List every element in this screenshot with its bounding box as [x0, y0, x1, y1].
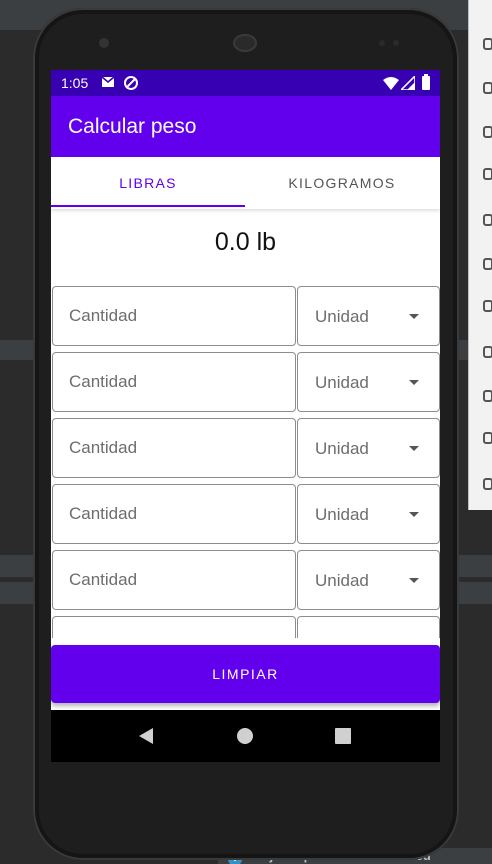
quantity-input[interactable] — [53, 485, 295, 543]
cellular-icon — [401, 76, 415, 90]
total-weight: 0.0 lb — [214, 228, 277, 256]
unit-dropdown[interactable]: Unidad — [297, 550, 440, 610]
volume-down-icon[interactable] — [483, 126, 492, 138]
ide-emulator-tool-panel — [468, 0, 492, 510]
back-tool-icon[interactable] — [483, 346, 492, 358]
battery-icon — [422, 74, 430, 90]
zoom-icon[interactable] — [483, 300, 492, 312]
unit-dropdown[interactable]: Unidad — [297, 352, 440, 412]
tab-kilogramos[interactable]: KILOGRAMOS — [245, 157, 439, 209]
rotate-right-icon[interactable] — [483, 214, 492, 226]
active-tab-indicator — [51, 205, 245, 207]
light-sensor — [393, 40, 399, 46]
quantity-field[interactable] — [52, 286, 296, 346]
unit-tabs: LIBRAS KILOGRAMOS — [51, 157, 440, 209]
quantity-field[interactable] — [52, 550, 296, 610]
power-icon[interactable] — [483, 38, 492, 50]
volume-up-icon[interactable] — [483, 82, 492, 94]
item-row: Unidad — [51, 418, 440, 478]
dropdown-arrow-icon — [409, 446, 419, 451]
dropdown-arrow-icon — [409, 512, 419, 517]
item-row: Unidad — [51, 286, 440, 346]
quantity-input[interactable] — [53, 551, 295, 609]
quantity-field[interactable] — [52, 484, 296, 544]
app-toolbar: Calcular peso — [51, 96, 440, 157]
unit-dropdown[interactable]: Unidad — [297, 286, 440, 346]
unit-dropdown[interactable]: Unidad — [297, 418, 440, 478]
home-tool-icon[interactable] — [483, 390, 492, 402]
home-icon[interactable] — [237, 728, 253, 744]
item-row: Unidad — [51, 550, 440, 610]
dropdown-arrow-icon — [409, 380, 419, 385]
screenshot-icon[interactable] — [483, 258, 492, 270]
clear-button[interactable]: LIMPIAR — [51, 645, 440, 703]
unit-label: Unidad — [315, 373, 369, 392]
recents-icon[interactable] — [335, 728, 351, 744]
unit-label: Unidad — [315, 571, 369, 590]
item-row-partial — [51, 616, 440, 638]
quantity-field[interactable] — [52, 352, 296, 412]
app-title: Calcular peso — [68, 115, 197, 138]
android-navigation-bar — [51, 710, 440, 762]
quantity-input[interactable] — [53, 287, 295, 345]
unit-dropdown[interactable]: Unidad — [297, 484, 440, 544]
back-icon[interactable] — [139, 728, 153, 744]
unit-label: Unidad — [315, 505, 369, 524]
front-camera — [99, 38, 109, 48]
unit-label: Unidad — [315, 439, 369, 458]
rotate-left-icon[interactable] — [483, 168, 492, 180]
item-row: Unidad — [51, 352, 440, 412]
wifi-icon — [383, 77, 399, 90]
earpiece-speaker — [233, 34, 257, 52]
item-row: Unidad — [51, 484, 440, 544]
more-options-icon[interactable] — [483, 478, 492, 490]
dropdown-arrow-icon — [409, 314, 419, 319]
dropdown-arrow-icon — [409, 578, 419, 583]
android-status-bar: 1:05 — [51, 70, 440, 96]
unit-label: Unidad — [315, 307, 369, 326]
status-time: 1:05 — [61, 75, 89, 91]
quantity-field[interactable] — [52, 418, 296, 478]
device-screen: 1:05 Calcular peso LIBRAS KILOGRAMOS 0.0… — [51, 70, 440, 762]
sync-notification-icon — [124, 76, 138, 90]
quantity-field[interactable] — [52, 616, 296, 638]
overview-tool-icon[interactable] — [483, 432, 492, 444]
proximity-sensor — [379, 40, 385, 46]
quantity-input[interactable] — [53, 353, 295, 411]
gmail-notification-icon — [101, 76, 115, 87]
unit-dropdown[interactable] — [297, 616, 440, 638]
quantity-input[interactable] — [53, 419, 295, 477]
tab-libras[interactable]: LIBRAS — [51, 157, 245, 209]
